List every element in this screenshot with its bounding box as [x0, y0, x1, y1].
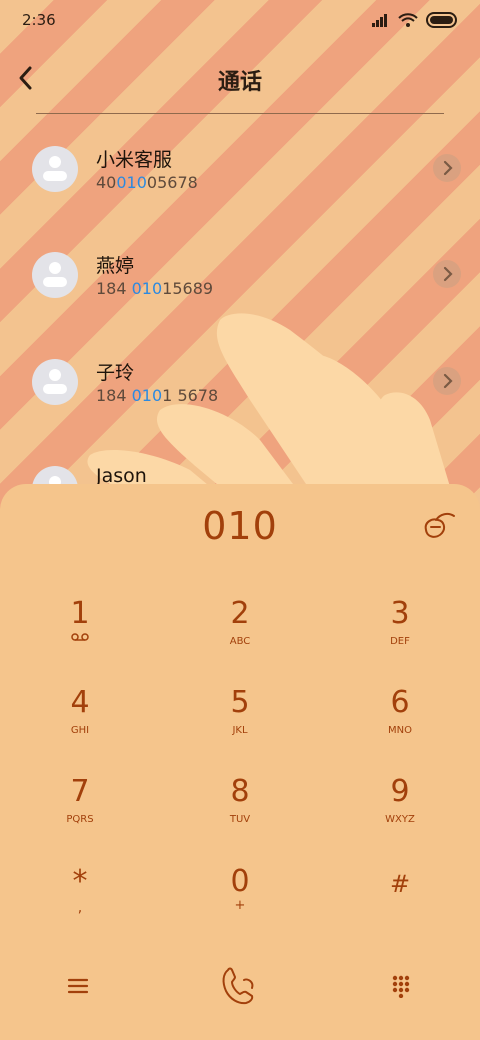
header: 通话 [0, 52, 480, 112]
key-8[interactable]: 8 TUV [180, 774, 300, 844]
chevron-right-icon[interactable] [433, 260, 461, 288]
key-9[interactable]: 9 WXYZ [340, 774, 460, 844]
key-3[interactable]: 3 DEF [340, 596, 460, 666]
key-0[interactable]: 0 + [180, 864, 300, 934]
battery-icon [426, 12, 457, 28]
signal-icon [372, 14, 387, 27]
menu-icon[interactable] [66, 976, 90, 996]
dial-panel: 010 1 2 ABC 3 DEF 4 GHI 5 JKL 6 MNO 7 PQ… [0, 484, 480, 1040]
contact-row[interactable]: 子玲 184 0101 5678 [0, 359, 480, 449]
header-divider [36, 113, 444, 114]
chevron-right-icon[interactable] [433, 154, 461, 182]
wifi-icon [398, 13, 418, 27]
key-1[interactable]: 1 [20, 596, 140, 666]
key-hash[interactable]: # [340, 864, 460, 934]
keypad-icon[interactable] [390, 974, 412, 998]
chevron-right-icon[interactable] [433, 367, 461, 395]
key-6[interactable]: 6 MNO [340, 685, 460, 755]
avatar [32, 146, 78, 192]
contact-number: 184 0101 5678 [96, 386, 219, 405]
voicemail-icon [71, 633, 89, 641]
avatar [32, 359, 78, 405]
status-time: 2:36 [22, 11, 56, 29]
contact-row[interactable]: 燕婷 184 01015689 [0, 252, 480, 342]
key-7[interactable]: 7 PQRS [20, 774, 140, 844]
avatar [32, 252, 78, 298]
phone-call-icon[interactable] [218, 964, 262, 1008]
contact-number: 184 01015689 [96, 279, 214, 298]
key-2[interactable]: 2 ABC [180, 596, 300, 666]
key-star[interactable]: * , [20, 864, 140, 934]
contact-row[interactable]: 小米客服 4001005678 [0, 146, 480, 236]
page-title: 通话 [217, 70, 262, 95]
contact-name: 小米客服 [96, 149, 173, 171]
status-bar: 2:36 [0, 0, 480, 42]
dialed-number: 010 [202, 504, 278, 548]
backspace-icon[interactable] [418, 508, 458, 544]
key-4[interactable]: 4 GHI [20, 685, 140, 755]
key-5[interactable]: 5 JKL [180, 685, 300, 755]
contact-name: 子玲 [96, 362, 135, 384]
contact-number: 4001005678 [96, 173, 198, 192]
contact-name: 燕婷 [96, 255, 135, 277]
